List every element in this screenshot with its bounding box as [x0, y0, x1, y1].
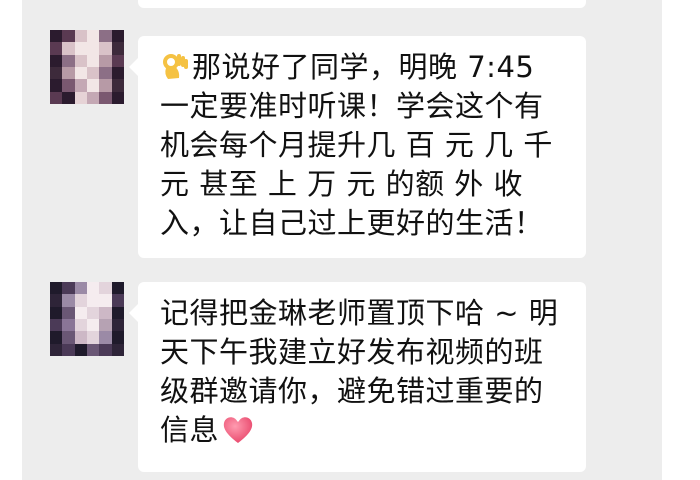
chat-screen: 那说好了同学，明晚 7:45 一定要准时听课！学会这个有机会每个月提升几 百 元…: [0, 0, 700, 480]
avatar-pixel: [74, 30, 87, 43]
avatar-pixel: [74, 54, 87, 67]
avatar-pixel: [62, 318, 75, 332]
message-text: 那说好了同学，明晚 7:45 一定要准时听课！学会这个有机会每个月提升几 百 元…: [160, 50, 553, 240]
avatar-pixel: [62, 343, 75, 356]
avatar-pixel: [86, 306, 100, 319]
avatar-pixel: [74, 91, 87, 104]
avatar-pixel: [111, 30, 124, 43]
heart-emoji-icon: [223, 417, 253, 443]
avatar-pixel: [111, 79, 124, 92]
message-text: 记得把金琳老师置顶下哈 ~ 明天下午我建立好发布视频的班级群邀请你，避免错过重要…: [160, 296, 559, 447]
ok-hand-emoji-icon: [163, 54, 188, 79]
avatar-pixel: [86, 79, 100, 92]
avatar-pixel: [111, 54, 124, 67]
avatar-pixel: [62, 79, 75, 92]
avatar-pixel: [62, 294, 75, 307]
avatar-pixel: [74, 331, 87, 344]
avatar-pixel: [50, 42, 63, 55]
avatar-pixel: [62, 54, 75, 67]
avatar-pixel: [74, 42, 87, 55]
avatar-pixel: [86, 54, 100, 67]
previous-message-bubble-edge: [138, 0, 586, 8]
avatar-pixel: [111, 331, 124, 344]
avatar-pixel: [86, 30, 100, 43]
avatar-pixel: [74, 294, 87, 307]
avatar-pixel: [50, 282, 63, 295]
avatar-pixel: [62, 30, 75, 43]
avatar-pixel: [99, 30, 112, 43]
avatar-pixel: [74, 79, 87, 92]
avatar-pixel: [111, 66, 124, 80]
avatar-pixel: [74, 343, 87, 356]
avatar-pixel: [50, 343, 63, 356]
avatar-pixel: [99, 331, 112, 344]
avatar-pixel: [111, 306, 124, 319]
avatar-pixel: [111, 42, 124, 55]
avatar-pixel: [50, 91, 63, 104]
avatar-pixel: [86, 282, 100, 295]
avatar-pixel: [74, 318, 87, 332]
avatar-pixel: [86, 331, 100, 344]
avatar-pixel: [50, 79, 63, 92]
avatar-pixel: [86, 294, 100, 307]
avatar-pixel: [62, 91, 75, 104]
avatar-pixel: [74, 282, 87, 295]
avatar-pixel: [50, 331, 63, 344]
avatar-pixel: [62, 42, 75, 55]
avatar-pixel: [86, 66, 100, 80]
avatar-pixel: [111, 294, 124, 307]
avatar-pixel: [99, 42, 112, 55]
avatar-pixel: [86, 343, 100, 356]
avatar-pixel: [74, 66, 87, 80]
avatar-pixel: [50, 318, 63, 332]
avatar[interactable]: [50, 30, 124, 104]
avatar-pixel: [50, 30, 63, 43]
avatar-pixel: [111, 282, 124, 295]
avatar-pixel: [99, 318, 112, 332]
avatar-pixel: [111, 318, 124, 332]
avatar-pixel: [99, 79, 112, 92]
avatar-pixel: [99, 54, 112, 67]
avatar-pixel: [99, 282, 112, 295]
avatar-pixel: [86, 91, 100, 104]
avatar-pixel: [50, 294, 63, 307]
avatar-pixel: [62, 331, 75, 344]
avatar-pixel: [99, 343, 112, 356]
message-bubble[interactable]: 那说好了同学，明晚 7:45 一定要准时听课！学会这个有机会每个月提升几 百 元…: [129, 36, 586, 258]
avatar-pixel: [62, 66, 75, 80]
avatar-pixel: [86, 318, 100, 332]
avatar-pixel: [111, 91, 124, 104]
message-bubble[interactable]: 记得把金琳老师置顶下哈 ~ 明天下午我建立好发布视频的班级群邀请你，避免错过重要…: [129, 282, 586, 472]
avatar-pixel: [99, 91, 112, 104]
avatar-pixel: [50, 306, 63, 319]
avatar-pixel: [74, 306, 87, 319]
avatar[interactable]: [50, 282, 124, 356]
avatar-pixel: [62, 282, 75, 295]
avatar-pixel: [86, 42, 100, 55]
avatar-pixel: [99, 66, 112, 80]
avatar-pixel: [99, 306, 112, 319]
avatar-pixel: [62, 306, 75, 319]
avatar-pixel: [111, 343, 124, 356]
avatar-pixel: [50, 54, 63, 67]
avatar-pixel: [50, 66, 63, 80]
avatar-pixel: [99, 294, 112, 307]
